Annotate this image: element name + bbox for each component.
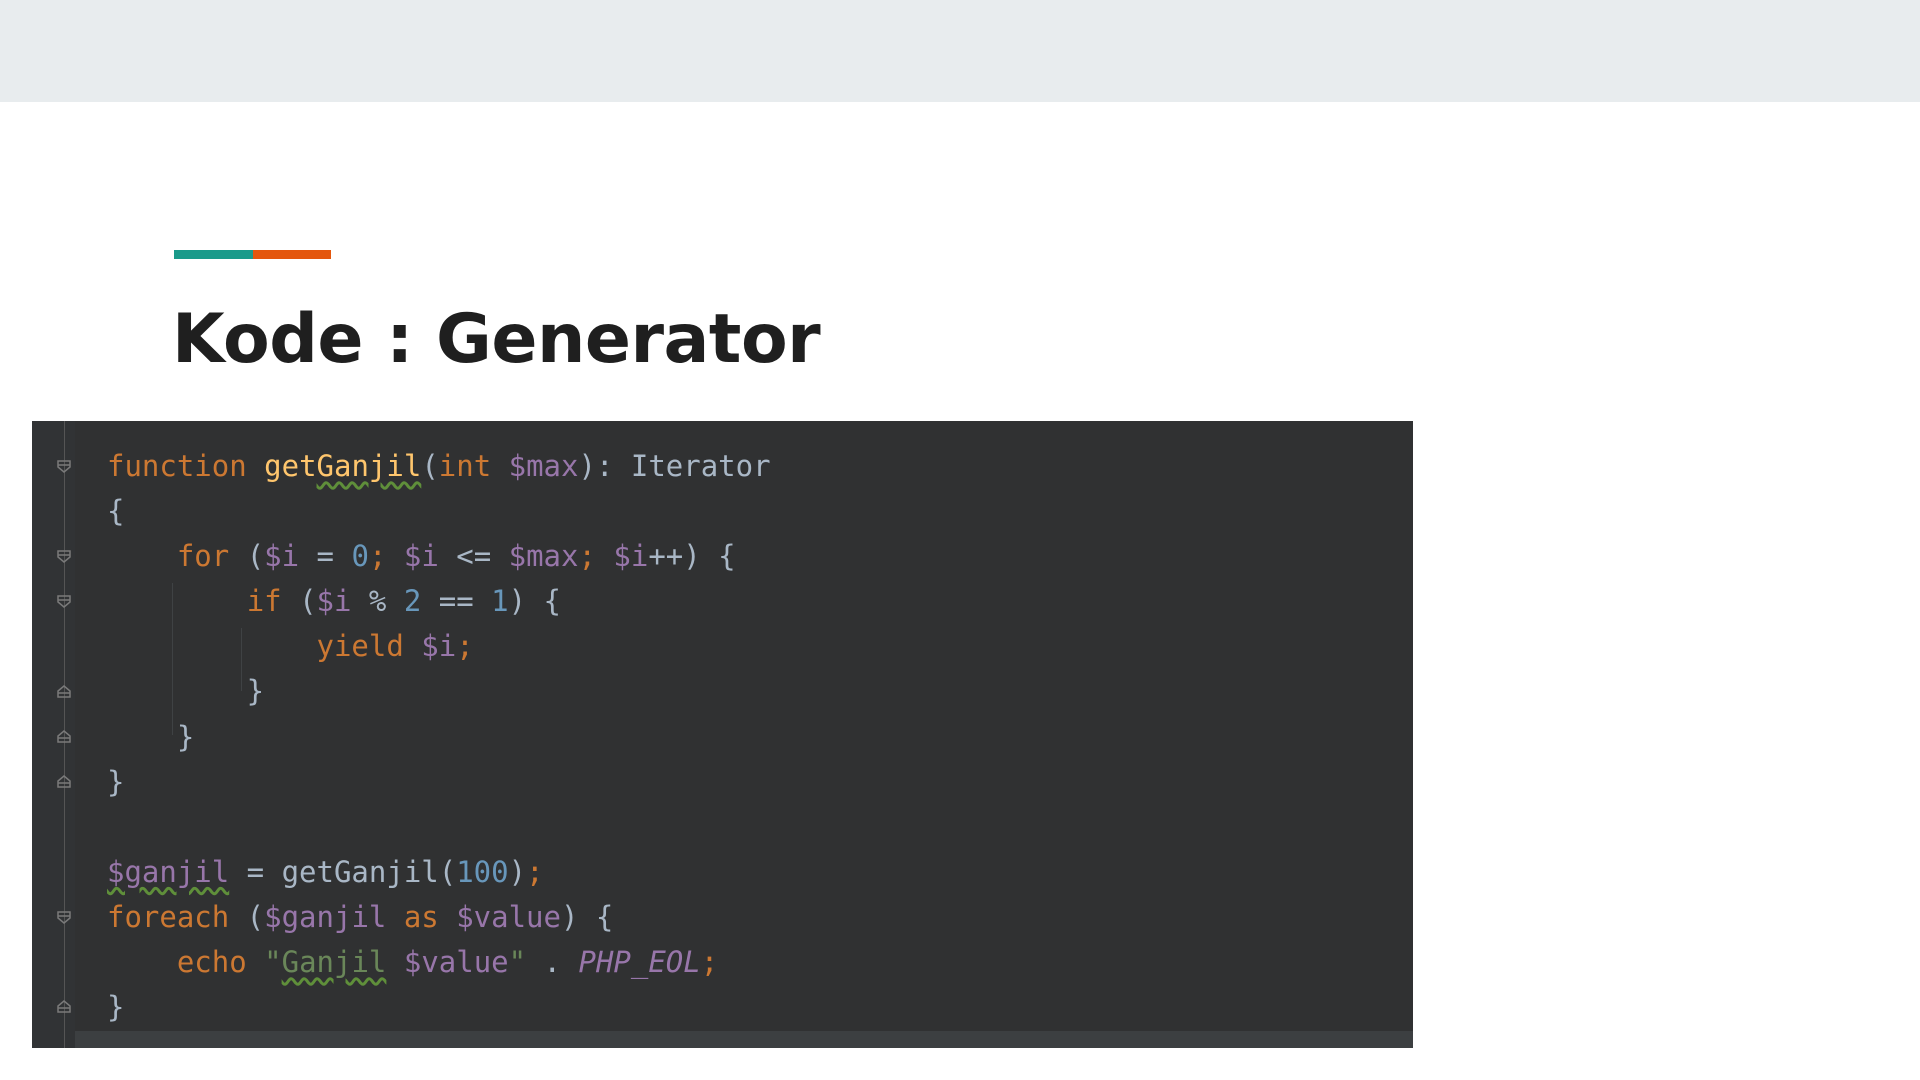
header-band [0,0,1920,102]
code-token: function [107,449,247,483]
fold-close-icon[interactable] [56,729,72,745]
code-token: if [246,584,282,619]
code-token: } [107,674,265,709]
fold-close-icon[interactable] [56,999,72,1015]
slide-title: Kode : Generator [172,300,821,379]
code-token: $ganjil [264,899,387,934]
code-token: . [526,945,579,980]
code-token: foreach [107,899,230,934]
code-token: ( [421,449,439,483]
code-token: getGanjil [264,449,422,483]
code-token: ): Iterator [578,449,771,483]
code-line: } [107,715,771,760]
code-token: for [176,539,230,574]
code-token: = getGanjil( [229,854,457,889]
code-token: as [403,899,439,934]
code-token: $i [316,584,352,619]
spellcheck-underline: Ganjil [281,945,387,980]
code-token: "Ganjil [264,945,387,980]
code-token: $i [264,539,300,574]
code-token: $i [613,539,649,574]
code-token: int [438,449,492,483]
code-token: yield [316,629,404,664]
code-token: } [107,764,125,799]
code-token: ( [281,584,317,619]
code-token: ( [229,899,265,934]
code-line: for ($i = 0; $i <= $max; $i++) { [107,534,771,579]
code-line: echo "Ganjil $value" . PHP_EOL; [107,940,771,985]
fold-open-icon[interactable] [56,909,72,925]
code-token: echo [176,945,247,980]
fold-close-icon[interactable] [56,774,72,790]
code-token: $value [456,899,561,934]
code-token: } [107,990,125,1025]
fold-open-icon[interactable] [56,593,72,609]
code-token: { [107,494,125,529]
code-line: yield $i; [107,624,771,669]
code-token: 1 [491,584,509,619]
code-line: { [107,489,771,534]
code-token: } [107,719,195,754]
code-token: ) [508,854,527,889]
accent-bar-teal [174,250,253,259]
code-token: $i [421,629,457,664]
code-token: ) { [508,584,562,619]
code-line: function getGanjil(int $max): Iterator [107,444,771,489]
code-token: 0 [351,539,369,574]
horizontal-scrollbar[interactable] [75,1031,1413,1048]
code-line: foreach ($ganjil as $value) { [107,895,771,940]
code-line: if ($i % 2 == 1) { [107,579,771,624]
code-token: ; [456,629,474,664]
code-token: <= [438,539,509,574]
code-token: " [508,945,527,980]
code-token: $ganjil [107,854,230,889]
code-token: ) { [560,899,614,934]
accent-bar-orange [253,250,331,259]
code-token: ; [578,539,596,574]
code-token: ( [229,539,265,574]
code-token: $value [403,945,509,980]
fold-open-icon[interactable] [56,548,72,564]
code-token: 2 [403,584,422,619]
code-token: ; [700,945,719,980]
spellcheck-underline: Ganjil [316,449,422,483]
code-line: } [107,985,771,1030]
code-token: == [421,584,492,619]
code-token: = [299,539,352,574]
code-token: ; [368,539,387,574]
code-token: $max [508,539,579,574]
code-token: % [351,584,404,619]
fold-open-icon[interactable] [56,458,72,474]
code-token: ; [526,854,544,889]
code-token: $max [508,449,579,483]
code-token: $i [403,539,439,574]
code-token: 100 [456,854,509,889]
code-editor-screenshot: function getGanjil(int $max): Iterator{ … [32,421,1413,1048]
title-accent-bar [174,250,331,259]
code-token: ++) { [648,539,736,574]
code-line: } [107,760,771,805]
code-token: PHP_EOL [578,945,701,980]
code-line: $ganjil = getGanjil(100); [107,850,771,895]
code-line: } [107,669,771,714]
fold-close-icon[interactable] [56,684,72,700]
code-block: function getGanjil(int $max): Iterator{ … [107,444,771,1030]
